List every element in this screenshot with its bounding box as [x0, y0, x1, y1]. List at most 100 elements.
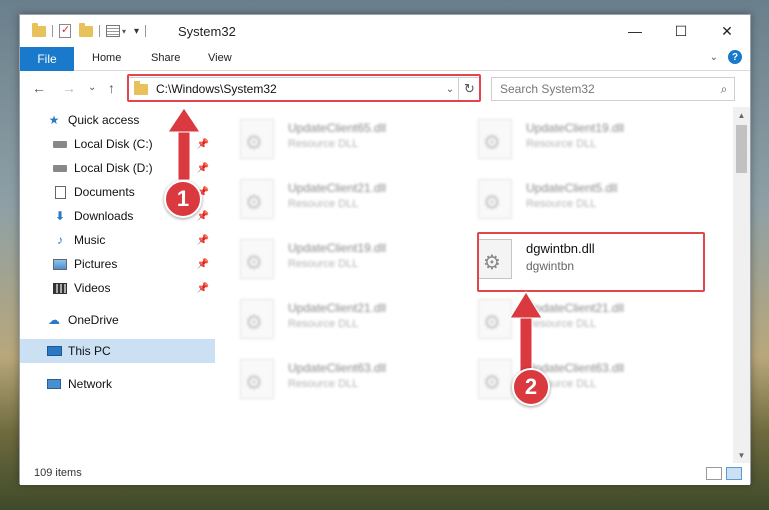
file-name: UpdateClient65.dll — [288, 121, 387, 135]
scroll-thumb[interactable] — [736, 125, 747, 173]
file-description: Resource DLL — [288, 318, 359, 330]
documents-icon — [52, 185, 68, 199]
star-icon: ★ — [48, 113, 60, 127]
vertical-scrollbar[interactable]: ▲ ▼ — [733, 107, 750, 463]
sidebar-item-videos[interactable]: Videos 📌 — [20, 277, 215, 299]
videos-icon — [52, 281, 68, 295]
properties-icon[interactable] — [106, 25, 120, 37]
sidebar-item-local-disk-d[interactable]: Local Disk (D:) 📌 — [20, 157, 215, 179]
pin-icon[interactable]: 📌 — [197, 211, 209, 222]
sidebar-item-this-pc[interactable]: This PC — [20, 339, 215, 363]
file-description: Resource DLL — [288, 138, 359, 150]
search-box[interactable]: ⌕ — [491, 77, 735, 101]
dll-file-icon — [240, 119, 274, 159]
pin-icon[interactable]: 📌 — [197, 283, 209, 294]
file-item[interactable]: UpdateClient19.dll Resource DLL — [230, 235, 454, 287]
details-view-icon[interactable] — [706, 467, 722, 480]
dll-file-icon — [478, 359, 512, 399]
sidebar-item-label: OneDrive — [68, 313, 119, 327]
scroll-up-icon[interactable]: ▲ — [733, 107, 750, 123]
drive-icon — [52, 137, 68, 151]
expand-ribbon-icon[interactable]: ⌄ — [710, 52, 718, 63]
sidebar-item-local-disk-c[interactable]: Local Disk (C:) 📌 — [20, 133, 215, 155]
sidebar-item-label: This PC — [68, 344, 111, 358]
pin-icon[interactable]: 📌 — [197, 235, 209, 246]
dll-file-icon — [478, 179, 512, 219]
new-folder-icon[interactable] — [79, 22, 93, 37]
view-toggle — [706, 467, 742, 480]
file-name: dgwintbn.dll — [526, 241, 595, 256]
downloads-icon: ⬇ — [54, 209, 66, 223]
file-description: Resource DLL — [288, 198, 359, 210]
file-name: UpdateClient5.dll — [526, 181, 618, 195]
sidebar-item-label: Quick access — [68, 113, 140, 127]
pin-icon[interactable]: 📌 — [197, 259, 209, 270]
refresh-button[interactable]: ↻ — [458, 78, 480, 100]
drive-icon — [52, 161, 68, 175]
customize-toolbar-icon[interactable]: ▾ — [134, 26, 139, 37]
explorer-window: ▾ ▾ System32 — ☐ ✕ File Home Share View … — [19, 14, 751, 485]
toolbar-divider — [99, 25, 100, 37]
tab-home[interactable]: Home — [92, 52, 121, 64]
pin-icon[interactable]: 📌 — [197, 163, 209, 174]
help-icon[interactable]: ? — [728, 50, 742, 64]
tiles-view-icon[interactable] — [726, 467, 742, 480]
sidebar-item-label: Local Disk (D:) — [74, 161, 153, 175]
scroll-down-icon[interactable]: ▼ — [733, 447, 750, 463]
sidebar-item-label: Pictures — [74, 257, 118, 271]
dll-file-icon — [240, 299, 274, 339]
file-item[interactable]: UpdateClient21.dll Resource DLL — [230, 175, 454, 227]
file-name: UpdateClient19.dll — [526, 121, 625, 135]
file-description: Resource DLL — [526, 198, 597, 210]
file-item[interactable]: UpdateClient65.dll Resource DLL — [230, 115, 454, 167]
address-bar[interactable]: C:\Windows\System32 ⌄ ↻ — [127, 77, 481, 101]
toolbar-divider — [52, 25, 53, 37]
recent-locations-button[interactable]: ⌄ — [88, 82, 96, 93]
onedrive-icon: ☁ — [48, 313, 60, 327]
tab-file[interactable]: File — [20, 47, 74, 71]
navigation-pane: ★ Quick access Local Disk (C:) 📌 Local D… — [20, 107, 215, 463]
file-item[interactable]: UpdateClient21.dll Resource DLL — [468, 295, 692, 347]
pc-icon — [46, 344, 62, 358]
sidebar-item-network[interactable]: Network — [20, 373, 215, 395]
maximize-button[interactable]: ☐ — [658, 15, 704, 47]
up-button[interactable]: ↑ — [108, 80, 115, 96]
file-item[interactable]: UpdateClient19.dll Resource DLL — [468, 115, 692, 167]
tab-share[interactable]: Share — [151, 52, 180, 64]
file-description: Resource DLL — [288, 378, 359, 390]
sidebar-item-label: Music — [74, 233, 106, 247]
music-icon: ♪ — [57, 233, 63, 247]
sidebar-item-pictures[interactable]: Pictures 📌 — [20, 253, 215, 275]
sidebar-item-music[interactable]: ♪ Music 📌 — [20, 229, 215, 251]
file-item-dgwintbn[interactable]: dgwintbn.dll dgwintbn — [468, 235, 692, 287]
close-button[interactable]: ✕ — [704, 15, 750, 47]
folder-icon[interactable] — [32, 22, 46, 37]
chevron-down-icon[interactable]: ▾ — [122, 27, 126, 36]
quick-access-toolbar: ▾ ▾ — [32, 22, 152, 39]
properties-check-icon[interactable] — [59, 23, 71, 38]
search-input[interactable] — [500, 82, 714, 96]
dll-file-icon — [240, 359, 274, 399]
callout-badge-one: 1 — [164, 180, 202, 218]
forward-button[interactable]: → — [62, 80, 76, 96]
toolbar-divider — [145, 25, 147, 37]
file-item[interactable]: UpdateClient21.dll Resource DLL — [230, 295, 454, 347]
file-item[interactable]: UpdateClient63.dllResource DLL — [468, 355, 692, 407]
sidebar-item-label: Network — [68, 377, 113, 391]
tab-view[interactable]: View — [208, 52, 232, 64]
chevron-down-icon[interactable]: ⌄ — [442, 84, 458, 95]
ribbon-right-controls: ⌄ ? — [710, 50, 742, 64]
folder-icon — [134, 80, 148, 95]
address-path[interactable]: C:\Windows\System32 — [156, 82, 442, 96]
sidebar-item-label: Local Disk (C:) — [74, 137, 153, 151]
file-description: Resource DLL — [288, 258, 359, 270]
file-item[interactable]: UpdateClient5.dll Resource DLL — [468, 175, 692, 227]
back-button[interactable]: ← — [32, 80, 46, 96]
pin-icon[interactable]: 📌 — [197, 139, 209, 150]
minimize-button[interactable]: — — [612, 15, 658, 47]
sidebar-item-quick-access[interactable]: ★ Quick access — [20, 109, 215, 131]
sidebar-item-label: Downloads — [74, 209, 134, 223]
sidebar-item-onedrive[interactable]: ☁ OneDrive — [20, 309, 215, 331]
search-icon[interactable]: ⌕ — [714, 82, 734, 97]
file-item[interactable]: UpdateClient63.dllResource DLL — [230, 355, 454, 407]
